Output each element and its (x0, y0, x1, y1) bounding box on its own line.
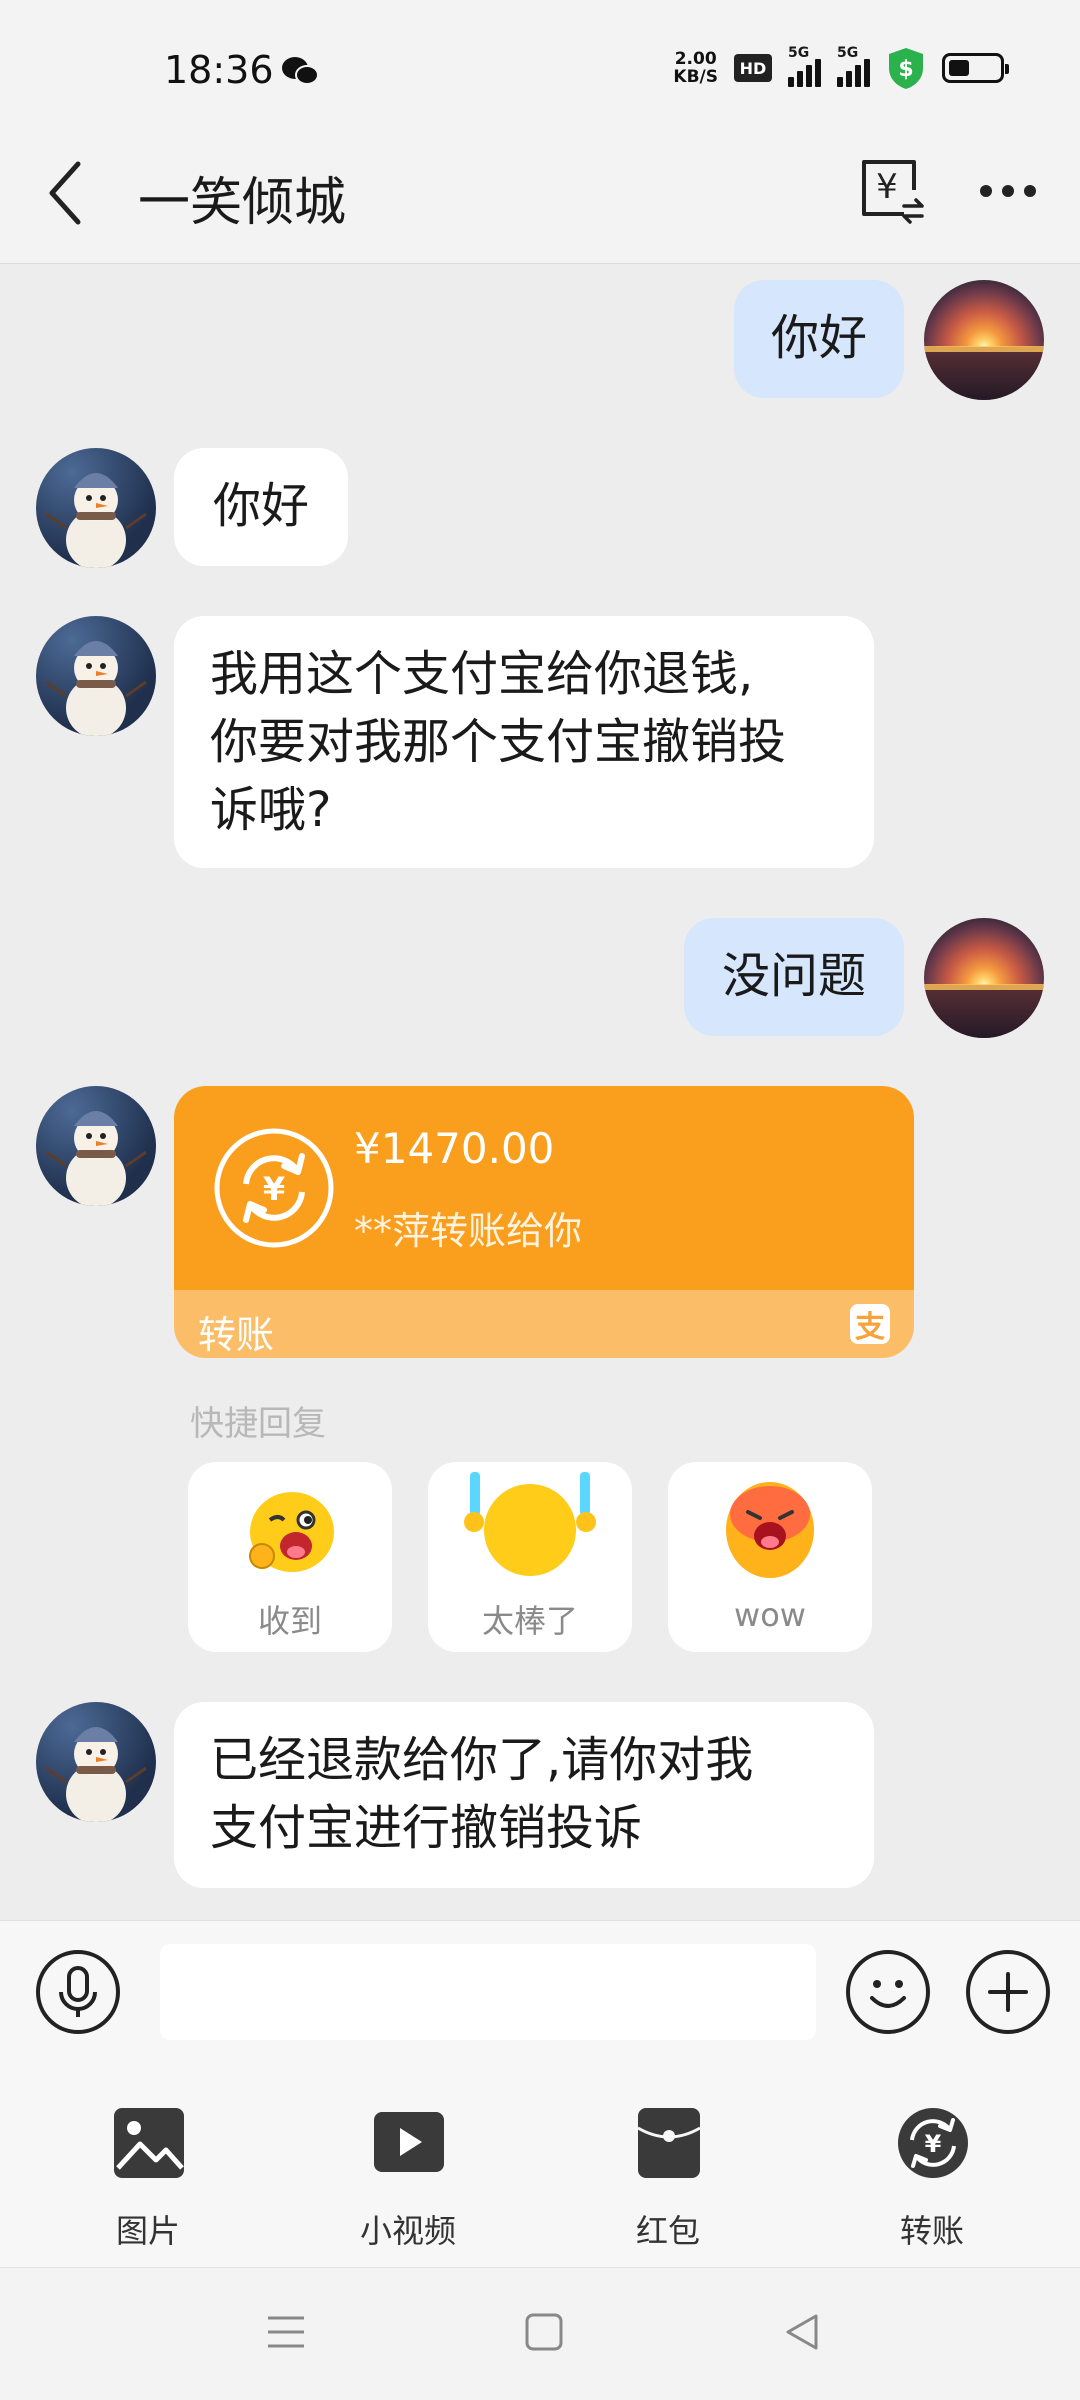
tool-transfer[interactable]: ¥ 转账 (832, 2060, 1032, 2250)
shout-emoji-icon (726, 1482, 814, 1578)
quick-reply-text: 太棒了 (481, 1602, 578, 1640)
transfer-icon[interactable]: ¥ (856, 156, 926, 226)
signal-sim2-icon: 5G (837, 45, 870, 87)
avatar-contact[interactable] (36, 448, 156, 568)
video-icon (374, 2112, 444, 2172)
hd-badge: HD (734, 54, 772, 82)
status-time: 18:36 (164, 48, 274, 92)
snowman-icon (45, 1727, 147, 1822)
chat-title: 一笑倾城 (138, 173, 347, 233)
message-line: 我用这个支付宝给你退钱, (210, 646, 754, 702)
message-bubble-other[interactable]: 已经退款给你了,请你对我 支付宝进行撤销投诉 (174, 1702, 874, 1888)
avatar-contact[interactable] (36, 1086, 156, 1206)
home-icon[interactable] (524, 2312, 564, 2352)
tool-label: 红包 (635, 2212, 700, 2250)
message-bubble-other[interactable]: 我用这个支付宝给你退钱, 你要对我那个支付宝撤销投 诉哦? (174, 616, 874, 868)
tool-image[interactable]: 图片 (48, 2060, 248, 2250)
svg-text:¥: ¥ (925, 2130, 942, 2158)
wechat-icon (282, 57, 319, 85)
sim1-label: 5G (788, 45, 810, 61)
plus-icon (988, 1972, 1028, 2012)
image-icon (114, 2108, 184, 2178)
transfer-amount: ¥1470.00 (354, 1124, 555, 1173)
signal-sim1-icon: 5G (788, 45, 821, 87)
back-icon[interactable] (44, 156, 84, 230)
quick-reply-text: wow (734, 1596, 806, 1634)
tool-label: 图片 (115, 2212, 180, 2250)
snowman-icon (45, 641, 147, 736)
speed-value: 2.00 (674, 49, 717, 69)
status-right-group: 2.00 KB/S HD 5G 5G $ (673, 45, 1009, 90)
transfer-refund-icon: ¥ (214, 1128, 334, 1248)
transfer-description: **萍转账给你 (354, 1209, 583, 1253)
network-speed: 2.00 KB/S (673, 50, 718, 86)
quick-reply-text: 收到 (257, 1602, 322, 1640)
tool-label: 小视频 (359, 2212, 456, 2250)
transfer-label: 转账 (198, 1313, 275, 1357)
message-line: 已经退款给你了,请你对我 (210, 1732, 754, 1788)
tool-red-packet[interactable]: 红包 (568, 2060, 768, 2250)
message-line: 诉哦? (210, 782, 332, 838)
message-bubble-me[interactable]: 你好 (734, 280, 904, 398)
quick-reply-received[interactable]: 收到 (188, 1462, 392, 1652)
red-packet-icon (637, 2108, 701, 2178)
avatar-contact[interactable] (36, 616, 156, 736)
transfer-card-body: ¥ ¥1470.00 **萍转账给你 (174, 1086, 914, 1290)
speed-unit: KB/S (673, 67, 718, 87)
wink-ok-emoji-icon (249, 1492, 334, 1572)
snowman-icon (45, 1111, 147, 1206)
sim2-label: 5G (837, 45, 859, 61)
battery-icon (942, 53, 1009, 83)
quick-reply-label: 快捷回复 (190, 1404, 326, 1444)
svg-text:¥: ¥ (263, 1170, 285, 1208)
smiley-icon (870, 1980, 906, 2008)
voice-button[interactable] (36, 1950, 120, 2034)
more-actions-button[interactable] (966, 1950, 1050, 2034)
avatar-me[interactable] (924, 280, 1044, 400)
quick-reply-great[interactable]: 太棒了 (428, 1462, 632, 1652)
message-line: 支付宝进行撤销投诉 (210, 1800, 643, 1856)
microphone-icon (59, 1966, 97, 2017)
message-bubble-other[interactable]: 你好 (174, 448, 348, 566)
svg-text:$: $ (898, 57, 913, 82)
avatar-me[interactable] (924, 918, 1044, 1038)
message-line: 你要对我那个支付宝撤销投 (210, 714, 787, 770)
more-icon[interactable] (978, 176, 1038, 206)
message-input[interactable] (160, 1944, 816, 2040)
tool-label: 转账 (899, 2212, 964, 2250)
cheer-emoji-icon (464, 1472, 596, 1576)
message-bubble-me[interactable]: 没问题 (684, 918, 904, 1036)
transfer-card[interactable]: ¥ ¥1470.00 **萍转账给你 转账 支 (174, 1086, 914, 1358)
alipay-icon: 支 (850, 1304, 890, 1345)
svg-text:¥: ¥ (876, 167, 898, 207)
avatar-contact[interactable] (36, 1702, 156, 1822)
back-nav-icon[interactable] (782, 2312, 822, 2352)
snowman-icon (45, 473, 147, 568)
emoji-button[interactable] (846, 1950, 930, 2034)
shield-dollar-icon: $ (889, 48, 923, 89)
tool-video[interactable]: 小视频 (308, 2060, 508, 2250)
menu-icon[interactable] (266, 2312, 306, 2352)
quick-reply-wow[interactable]: wow (668, 1462, 872, 1652)
transfer-icon: ¥ (898, 2108, 968, 2178)
transfer-card-footer: 转账 支 (174, 1290, 914, 1358)
